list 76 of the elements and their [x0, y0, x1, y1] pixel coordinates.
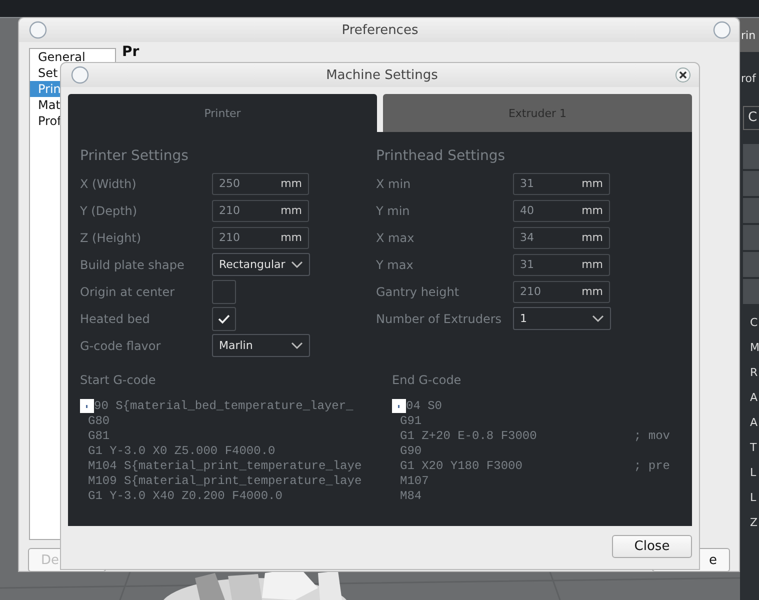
code-line: G90 [400, 444, 422, 459]
cursor-icon [80, 399, 94, 413]
section-heading: End G-code [392, 373, 462, 389]
setting-item[interactable]: A [740, 410, 759, 435]
window-button[interactable] [29, 21, 47, 39]
code-line: M109 S{material_print_temperature_laye [88, 474, 362, 489]
chevron-icon [592, 314, 604, 322]
section-heading: Printhead Settings [376, 148, 506, 166]
setting-item[interactable]: T [740, 435, 759, 460]
code-comment: ; pre [634, 459, 670, 474]
section-heading: Printer Settings [80, 148, 190, 166]
code-editor[interactable]: 90 S{material_bed_temperature_layer_ G80 G81 G1 Y-3.0 X0 Z5.000 F4000.0 M104 S{material_print_temperature_laye M109 S{material_print_temperature_laye G1 Y-3.0 X40 Z0.200 F4000.0 [80, 399, 392, 504]
number-field[interactable]: 250 mm [212, 172, 309, 194]
code-line: G1 Y-3.0 X0 Z5.000 F4000.0 [88, 444, 276, 459]
field-label: X max [376, 230, 416, 244]
checkbox[interactable] [212, 306, 236, 330]
page-heading: Pr [122, 45, 140, 60]
number-field[interactable]: 31 mm [513, 254, 610, 276]
code-line: M107 [400, 474, 429, 489]
close-button[interactable]: Close [612, 535, 692, 558]
profile-label: rof [741, 72, 756, 85]
code-line: 04 S0 [406, 399, 442, 414]
code-line: G81 [88, 429, 110, 444]
section-heading: Start G-code [80, 373, 157, 389]
field-label: X (Width) [80, 176, 138, 190]
number-field[interactable]: 210 mm [513, 280, 610, 302]
field-label: Gantry height [376, 284, 460, 298]
setting-item[interactable]: C [740, 310, 759, 335]
number-field[interactable]: 210 mm [212, 200, 309, 222]
code-editor[interactable]: 04 S0 G91 G1 Z+20 E-0.8 F3000 ; mov G90 G1 X20 Y180 F3000 ; pre M107 M84 [392, 399, 680, 504]
field-label: Build plate shape [80, 258, 186, 272]
field-label: Origin at center [80, 284, 176, 298]
window-title: Machine Settings [326, 68, 438, 82]
number-field[interactable]: 40 mm [513, 200, 610, 222]
field-label: G-code flavor [80, 338, 162, 352]
check-icon [218, 314, 230, 324]
setting-item[interactable]: A [740, 385, 759, 410]
dropdown[interactable]: 1 [513, 307, 611, 330]
code-line: G1 Z+20 E-0.8 F3000 [400, 429, 538, 444]
close-icon[interactable] [675, 67, 691, 83]
setting-item[interactable]: R [740, 360, 759, 385]
cursor-icon [392, 399, 406, 413]
checkbox[interactable] [212, 280, 236, 304]
sidebar-item[interactable]: General [30, 49, 115, 65]
field-label: Y (Depth) [80, 204, 138, 218]
setting-item[interactable]: L [740, 485, 759, 510]
dropdown[interactable]: Rectangular [212, 253, 310, 276]
window-button[interactable] [71, 66, 89, 84]
number-field[interactable]: 34 mm [513, 226, 610, 248]
code-line: G80 [88, 414, 110, 429]
panel-title: rin [741, 28, 756, 42]
code-line: G91 [400, 414, 422, 429]
code-comment: ; mov [634, 429, 670, 444]
code-line: M84 [400, 489, 422, 504]
chevron-icon [291, 260, 303, 268]
code-line: G1 X20 Y180 F3000 [400, 459, 524, 474]
dropdown[interactable]: Marlin [212, 334, 310, 357]
setting-item[interactable]: L [740, 460, 759, 485]
setting-item[interactable]: M [740, 335, 759, 360]
number-field[interactable]: 31 mm [513, 172, 610, 194]
window-title: Preferences [342, 22, 418, 38]
field-label: Z (Height) [80, 230, 142, 244]
chevron-icon [291, 342, 303, 350]
field-label: Heated bed [80, 312, 151, 326]
field-label: X min [376, 176, 412, 190]
number-field[interactable]: 210 mm [212, 226, 309, 248]
code-line: G1 Y-3.0 X40 Z0.200 F4000.0 [88, 489, 282, 504]
search-field[interactable]: C [743, 106, 759, 130]
code-line: M104 S{material_print_temperature_laye [88, 459, 362, 474]
code-line: 90 S{material_bed_temperature_layer_ [94, 399, 354, 414]
window-button[interactable] [713, 21, 731, 39]
tab[interactable]: Printer [68, 94, 377, 132]
field-label: Y max [376, 258, 414, 272]
field-label: Number of Extruders [376, 312, 503, 326]
field-label: Y min [376, 204, 411, 218]
setting-item[interactable]: Z [740, 510, 759, 535]
